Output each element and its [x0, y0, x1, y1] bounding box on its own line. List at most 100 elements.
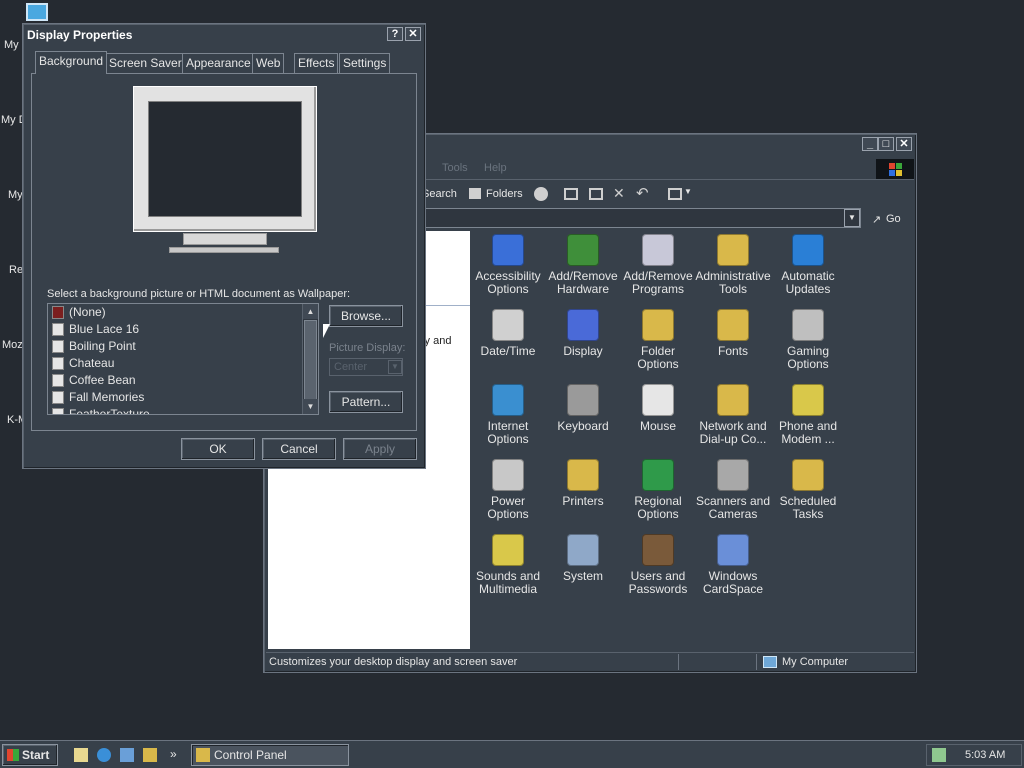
list-item[interactable]: Boiling Point: [48, 338, 318, 355]
close-button[interactable]: ✕: [896, 137, 912, 151]
tab-background[interactable]: Background: [35, 51, 108, 74]
pattern-button[interactable]: Pattern...: [329, 391, 403, 413]
control-panel-item[interactable]: Accessibility Options: [470, 234, 546, 296]
control-panel-item[interactable]: Scheduled Tasks: [770, 459, 846, 521]
mouse-cursor-icon: [323, 324, 330, 338]
views-icon[interactable]: [668, 188, 682, 200]
control-panel-item[interactable]: Administrative Tools: [695, 234, 771, 296]
control-panel-item[interactable]: Gaming Options: [770, 309, 846, 371]
quick-launch-outlook-icon[interactable]: [120, 748, 134, 762]
go-button[interactable]: Go: [886, 213, 901, 225]
minimize-button[interactable]: _: [862, 137, 878, 151]
tab-web[interactable]: Web: [252, 53, 285, 73]
control-panel-item[interactable]: Automatic Updates: [770, 234, 846, 296]
quick-launch-browser-icon[interactable]: [97, 748, 111, 762]
tab-effects[interactable]: Effects: [294, 53, 339, 73]
control-panel-item[interactable]: Scanners and Cameras: [695, 459, 771, 521]
ok-button[interactable]: OK: [181, 438, 255, 460]
wallpaper-list-scrollbar[interactable]: ▲ ▼: [302, 304, 318, 414]
quick-launch-more-button[interactable]: »: [170, 747, 177, 761]
status-text: Customizes your desktop display and scre…: [269, 656, 518, 668]
browse-button[interactable]: Browse...: [329, 305, 403, 327]
list-item[interactable]: FeatherTexture: [48, 406, 318, 414]
wallpaper-prompt: Select a background picture or HTML docu…: [47, 288, 351, 300]
list-item[interactable]: Fall Memories: [48, 389, 318, 406]
control-panel-item[interactable]: Fonts: [695, 309, 771, 358]
maximize-button[interactable]: □: [878, 137, 894, 151]
control-panel-item-icon: [717, 234, 749, 266]
scroll-thumb[interactable]: [304, 320, 317, 400]
quick-launch-show-desktop-icon[interactable]: [74, 748, 88, 762]
list-item[interactable]: Blue Lace 16: [48, 321, 318, 338]
copy-to-icon[interactable]: [589, 188, 603, 200]
control-panel-item[interactable]: Add/Remove Programs: [620, 234, 696, 296]
quick-launch-explorer-icon[interactable]: [143, 748, 157, 762]
picture-display-label: Picture Display:: [329, 342, 406, 354]
control-panel-item[interactable]: Keyboard: [545, 384, 621, 433]
control-panel-item[interactable]: Network and Dial-up Co...: [695, 384, 771, 446]
status-location: My Computer: [782, 656, 849, 668]
start-button[interactable]: Start: [2, 744, 58, 766]
menu-tools[interactable]: Tools: [442, 162, 468, 174]
cancel-button[interactable]: Cancel: [262, 438, 336, 460]
picture-display-select[interactable]: Center ▼: [329, 358, 403, 376]
control-panel-item[interactable]: Internet Options: [470, 384, 546, 446]
search-button[interactable]: Search: [422, 188, 457, 200]
html-icon: [52, 391, 64, 404]
control-panel-item[interactable]: Folder Options: [620, 309, 696, 371]
none-icon: [52, 306, 64, 319]
control-panel-item[interactable]: Users and Passwords: [620, 534, 696, 596]
control-panel-item[interactable]: Mouse: [620, 384, 696, 433]
control-panel-item-icon: [492, 459, 524, 491]
apply-button[interactable]: Apply: [343, 438, 417, 460]
wallpaper-list[interactable]: (None) Blue Lace 16 Boiling Point Chatea…: [47, 303, 319, 415]
status-divider: [678, 654, 679, 670]
control-panel-item-icon: [717, 459, 749, 491]
control-panel-item-label: Administrative Tools: [695, 269, 771, 296]
control-panel-item-icon: [642, 534, 674, 566]
move-to-icon[interactable]: [564, 188, 578, 200]
delete-icon[interactable]: ✕: [613, 185, 625, 202]
tab-appearance[interactable]: Appearance: [182, 53, 255, 73]
list-item[interactable]: Coffee Bean: [48, 372, 318, 389]
tab-screen-saver[interactable]: Screen Saver: [105, 53, 186, 73]
address-bar[interactable]: [424, 208, 861, 228]
taskbar-control-panel-button[interactable]: Control Panel: [191, 744, 349, 766]
control-panel-item[interactable]: Phone and Modem ...: [770, 384, 846, 446]
folders-button[interactable]: Folders: [486, 188, 523, 200]
list-item[interactable]: (None): [48, 304, 318, 321]
chevron-down-icon[interactable]: ▼: [684, 187, 692, 196]
control-panel-item[interactable]: Regional Options: [620, 459, 696, 521]
control-panel-item[interactable]: Display: [545, 309, 621, 358]
control-panel-item[interactable]: Printers: [545, 459, 621, 508]
control-panel-item-icon: [792, 234, 824, 266]
display-properties-dialog[interactable]: Display Properties ? ✕ Background Screen…: [22, 23, 426, 469]
history-icon[interactable]: [534, 187, 548, 201]
list-item[interactable]: Chateau: [48, 355, 318, 372]
help-button[interactable]: ?: [387, 27, 403, 41]
control-panel-item[interactable]: Add/Remove Hardware: [545, 234, 621, 296]
control-panel-item-label: Display: [563, 344, 603, 358]
undo-icon[interactable]: ↶: [636, 184, 649, 202]
control-panel-item[interactable]: Power Options: [470, 459, 546, 521]
image-icon: [52, 408, 64, 414]
network-tray-icon[interactable]: [932, 748, 946, 762]
control-panel-item-label: Add/Remove Programs: [623, 269, 693, 296]
clock[interactable]: 5:03 AM: [965, 749, 1005, 761]
address-dropdown-button[interactable]: ▼: [844, 209, 860, 227]
scroll-up-button[interactable]: ▲: [303, 304, 318, 319]
chevron-down-icon: ▼: [388, 360, 402, 374]
control-panel-item-label: Accessibility Options: [475, 269, 541, 296]
control-panel-item[interactable]: Windows CardSpace: [695, 534, 771, 596]
control-panel-item[interactable]: System: [545, 534, 621, 583]
control-panel-item-label: Printers: [562, 494, 604, 508]
menu-help[interactable]: Help: [484, 162, 507, 174]
scroll-down-button[interactable]: ▼: [303, 399, 318, 414]
close-button[interactable]: ✕: [405, 27, 421, 41]
control-panel-item[interactable]: Date/Time: [470, 309, 546, 358]
tab-settings[interactable]: Settings: [339, 53, 391, 73]
control-panel-item-label: Power Options: [487, 494, 529, 521]
control-panel-item[interactable]: Sounds and Multimedia: [470, 534, 546, 596]
control-panel-item-label: Keyboard: [557, 419, 609, 433]
desktop-icon-my-computer[interactable]: [26, 3, 48, 21]
